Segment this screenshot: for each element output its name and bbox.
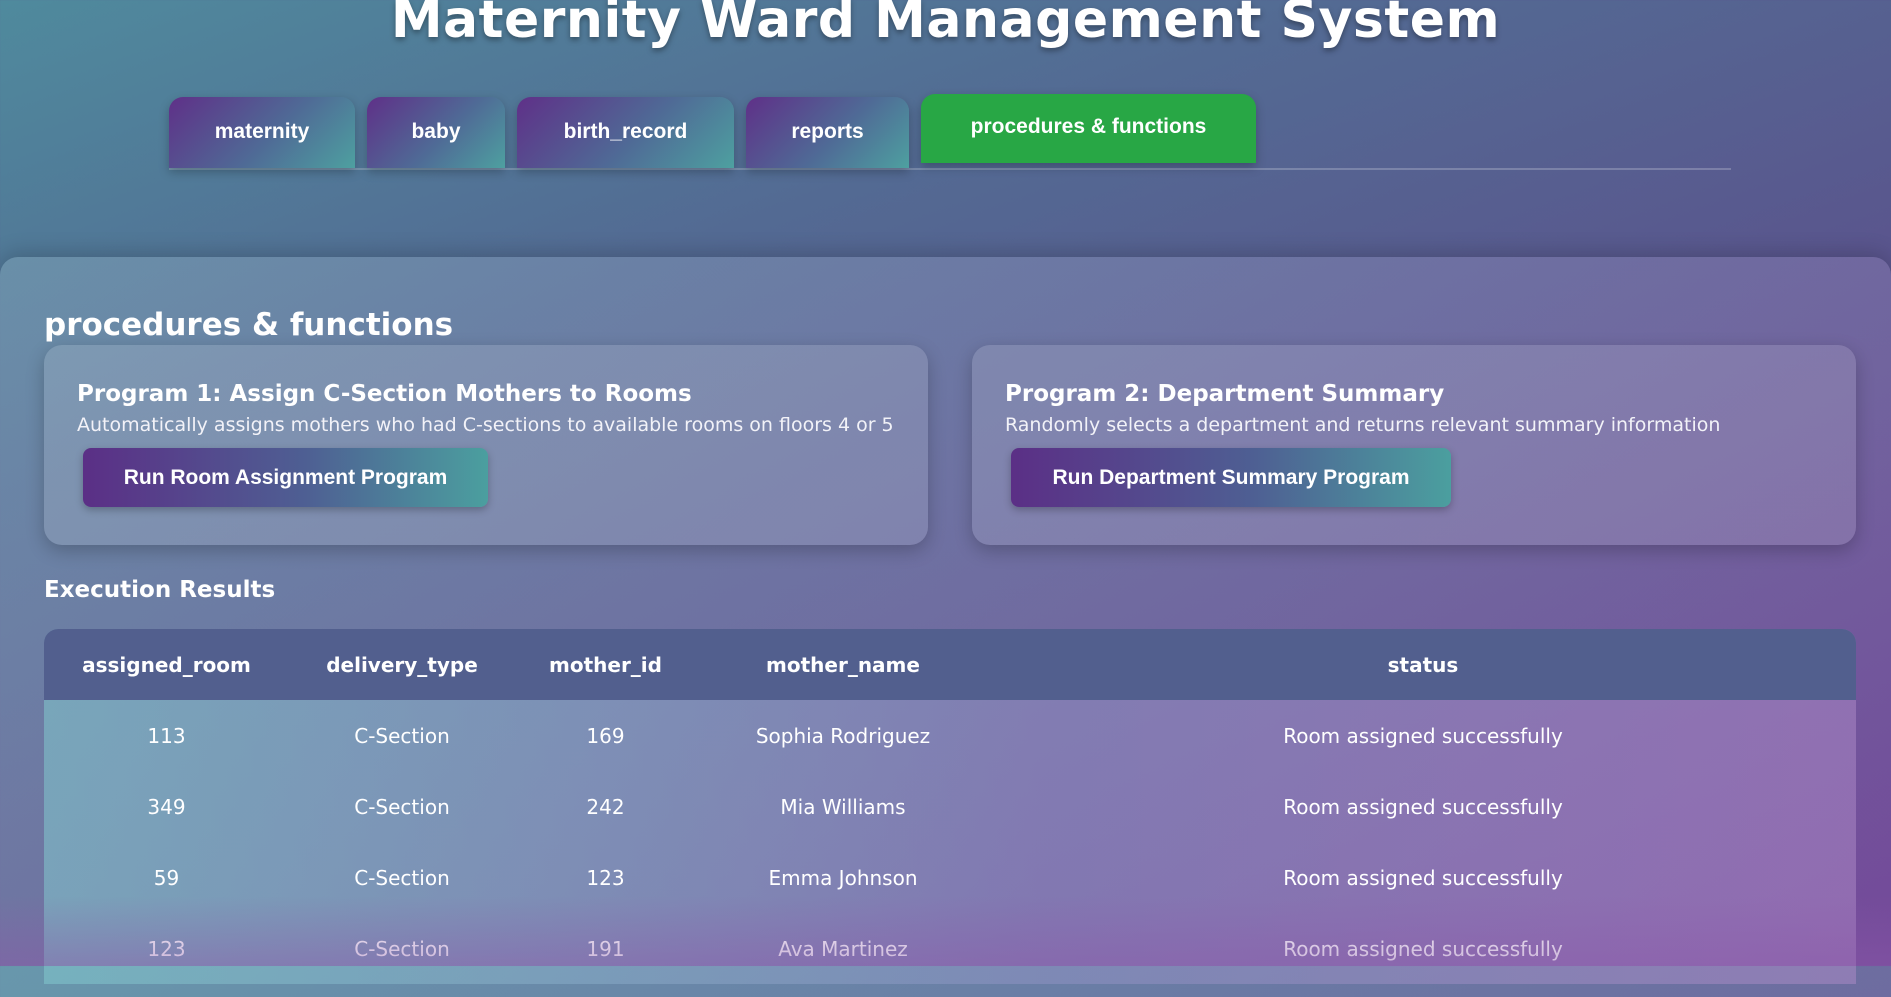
cell-status: Room assigned successfully: [1283, 936, 1563, 961]
cell-assigned-room: 349: [147, 794, 186, 819]
cell-delivery-type: C-Section: [354, 865, 450, 890]
tab-birth-record[interactable]: birth_record: [517, 97, 734, 168]
cell-status: Room assigned successfully: [1283, 794, 1563, 819]
cell-delivery-type: C-Section: [354, 723, 450, 748]
run-room-assignment-button[interactable]: Run Room Assignment Program: [83, 448, 488, 507]
column-header-mother-id: mother_id: [549, 652, 662, 677]
cell-mother-id: 169: [586, 723, 625, 748]
tab-baby[interactable]: baby: [367, 97, 505, 168]
run-department-summary-button[interactable]: Run Department Summary Program: [1011, 448, 1451, 507]
program-description: Automatically assigns mothers who had C-…: [77, 414, 894, 436]
table-row: 113 C-Section 169 Sophia Rodriguez Room …: [44, 700, 1856, 771]
column-header-assigned-room: assigned_room: [82, 652, 251, 677]
results-title: Execution Results: [44, 577, 276, 603]
table-row: 59 C-Section 123 Emma Johnson Room assig…: [44, 842, 1856, 913]
column-header-status: status: [1387, 652, 1459, 677]
section-title: procedures & functions: [44, 307, 454, 343]
cell-mother-id: 242: [586, 794, 625, 819]
results-table: assigned_room delivery_type mother_id mo…: [44, 629, 1856, 984]
cell-assigned-room: 113: [147, 723, 186, 748]
program-title: Program 1: Assign C-Section Mothers to R…: [77, 381, 692, 407]
cell-delivery-type: C-Section: [354, 936, 450, 961]
program-card-department-summary: Program 2: Department Summary Randomly s…: [972, 345, 1856, 545]
content-panel: procedures & functions Program 1: Assign…: [0, 257, 1891, 997]
tab-maternity[interactable]: maternity: [169, 97, 355, 168]
tab-procedures-functions[interactable]: procedures & functions: [921, 94, 1256, 163]
cell-mother-name: Ava Martinez: [778, 936, 908, 961]
cell-mother-id: 191: [586, 936, 625, 961]
table-row: 349 C-Section 242 Mia Williams Room assi…: [44, 771, 1856, 842]
program-description: Randomly selects a department and return…: [1005, 414, 1721, 436]
column-header-delivery-type: delivery_type: [326, 652, 478, 677]
cell-mother-name: Emma Johnson: [768, 865, 918, 890]
page-title: Maternity Ward Management System: [390, 0, 1501, 50]
tab-reports[interactable]: reports: [746, 97, 909, 168]
cell-mother-name: Sophia Rodriguez: [755, 723, 931, 748]
cell-delivery-type: C-Section: [354, 794, 450, 819]
program-title: Program 2: Department Summary: [1005, 381, 1445, 407]
program-card-room-assignment: Program 1: Assign C-Section Mothers to R…: [44, 345, 928, 545]
cell-status: Room assigned successfully: [1283, 865, 1563, 890]
cell-assigned-room: 123: [147, 936, 186, 961]
cell-status: Room assigned successfully: [1283, 723, 1563, 748]
table-row: 123 C-Section 191 Ava Martinez Room assi…: [44, 913, 1856, 984]
cell-mother-name: Mia Williams: [780, 794, 906, 819]
cell-mother-id: 123: [586, 865, 625, 890]
table-header-row: assigned_room delivery_type mother_id mo…: [44, 629, 1856, 700]
cell-assigned-room: 59: [153, 865, 180, 890]
column-header-mother-name: mother_name: [766, 652, 920, 677]
tab-bar: maternity baby birth_record reports proc…: [169, 94, 1731, 170]
